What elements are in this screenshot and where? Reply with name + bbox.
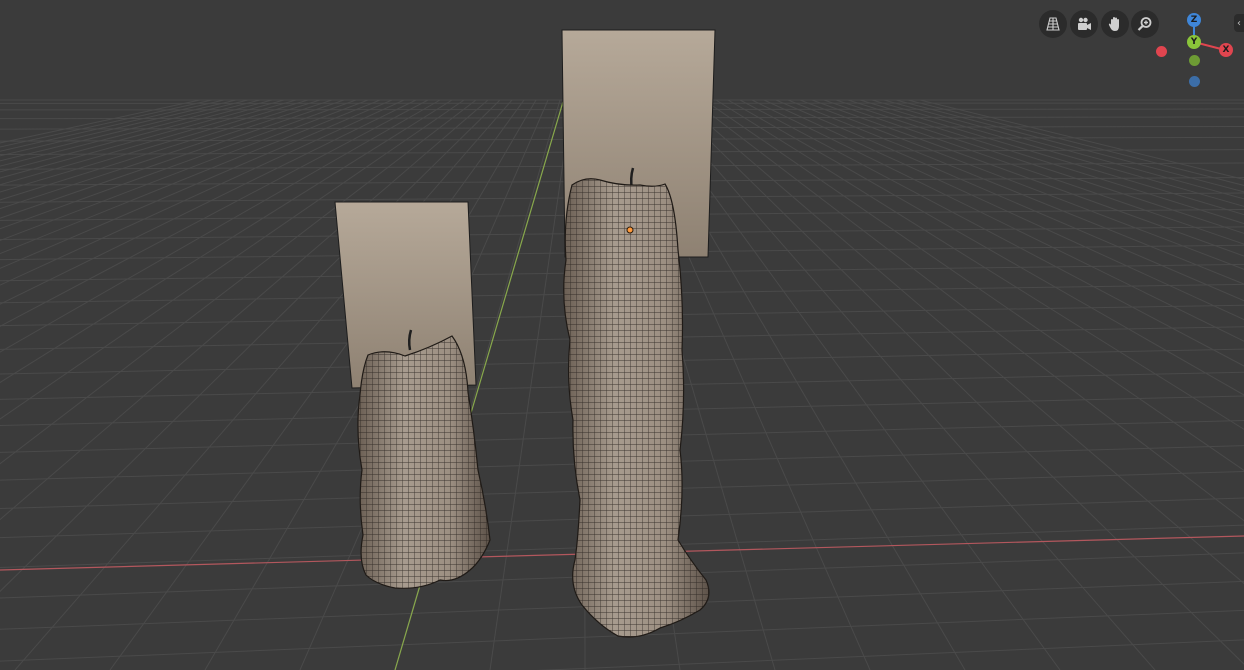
grid-line-depth: [0, 99, 405, 286]
grid-line-depth: [895, 99, 1244, 193]
grid-line-depth: [0, 99, 393, 269]
grid-line-depth: [799, 99, 1244, 270]
sidebar-toggle-tab[interactable]: ‹: [1234, 14, 1244, 32]
grid-line-depth: [0, 99, 381, 255]
grid-line-depth: [655, 99, 1156, 670]
gizmo-y-axis[interactable]: Y: [1187, 35, 1201, 49]
grid-line-depth: [0, 99, 273, 173]
grid-line-depth: [883, 99, 1244, 200]
grid-line-depth: [787, 99, 1244, 285]
grid-line-depth: [0, 99, 369, 242]
grid-line-depth: [0, 99, 249, 162]
navigation-gizmo[interactable]: Z Y X: [1150, 8, 1234, 92]
camera-view-icon[interactable]: [1070, 10, 1098, 38]
gizmo-x-axis[interactable]: X: [1219, 43, 1233, 57]
toggle-camera-view-grid-icon[interactable]: [1039, 10, 1067, 38]
grid-line-depth: [0, 99, 357, 230]
grid-line-depth: [859, 99, 1244, 216]
3d-viewport[interactable]: Z Y X ‹: [0, 0, 1244, 670]
grid-line-depth: [0, 99, 213, 148]
grid-line-depth: [0, 99, 321, 201]
grid-line-depth: [835, 99, 1244, 234]
gizmo-neg-x-axis[interactable]: [1156, 46, 1167, 57]
gizmo-neg-y-axis[interactable]: [1189, 55, 1200, 66]
pan-hand-icon[interactable]: [1101, 10, 1129, 38]
grid-line-depth: [489, 99, 573, 670]
grid-line-depth: [823, 99, 1244, 245]
grid-line-depth: [0, 99, 237, 157]
grid-line-depth: [0, 99, 297, 186]
object-origin-point: [626, 226, 634, 234]
gizmo-z-label: Z: [1190, 15, 1198, 25]
grid-line-depth: [847, 99, 1244, 225]
grid-line-width: [536, 639, 1244, 670]
grid-line-depth: [0, 99, 261, 167]
grid-line-depth: [0, 99, 225, 152]
gizmo-z-axis[interactable]: Z: [1187, 13, 1201, 27]
grid-line-depth: [0, 99, 201, 144]
gizmo-y-label: Y: [1190, 37, 1198, 47]
gizmo-neg-z-axis[interactable]: [1189, 76, 1200, 87]
gizmo-x-label: X: [1222, 45, 1230, 55]
viewport-scene[interactable]: [0, 0, 1244, 670]
grid-line-depth: [871, 99, 1244, 207]
